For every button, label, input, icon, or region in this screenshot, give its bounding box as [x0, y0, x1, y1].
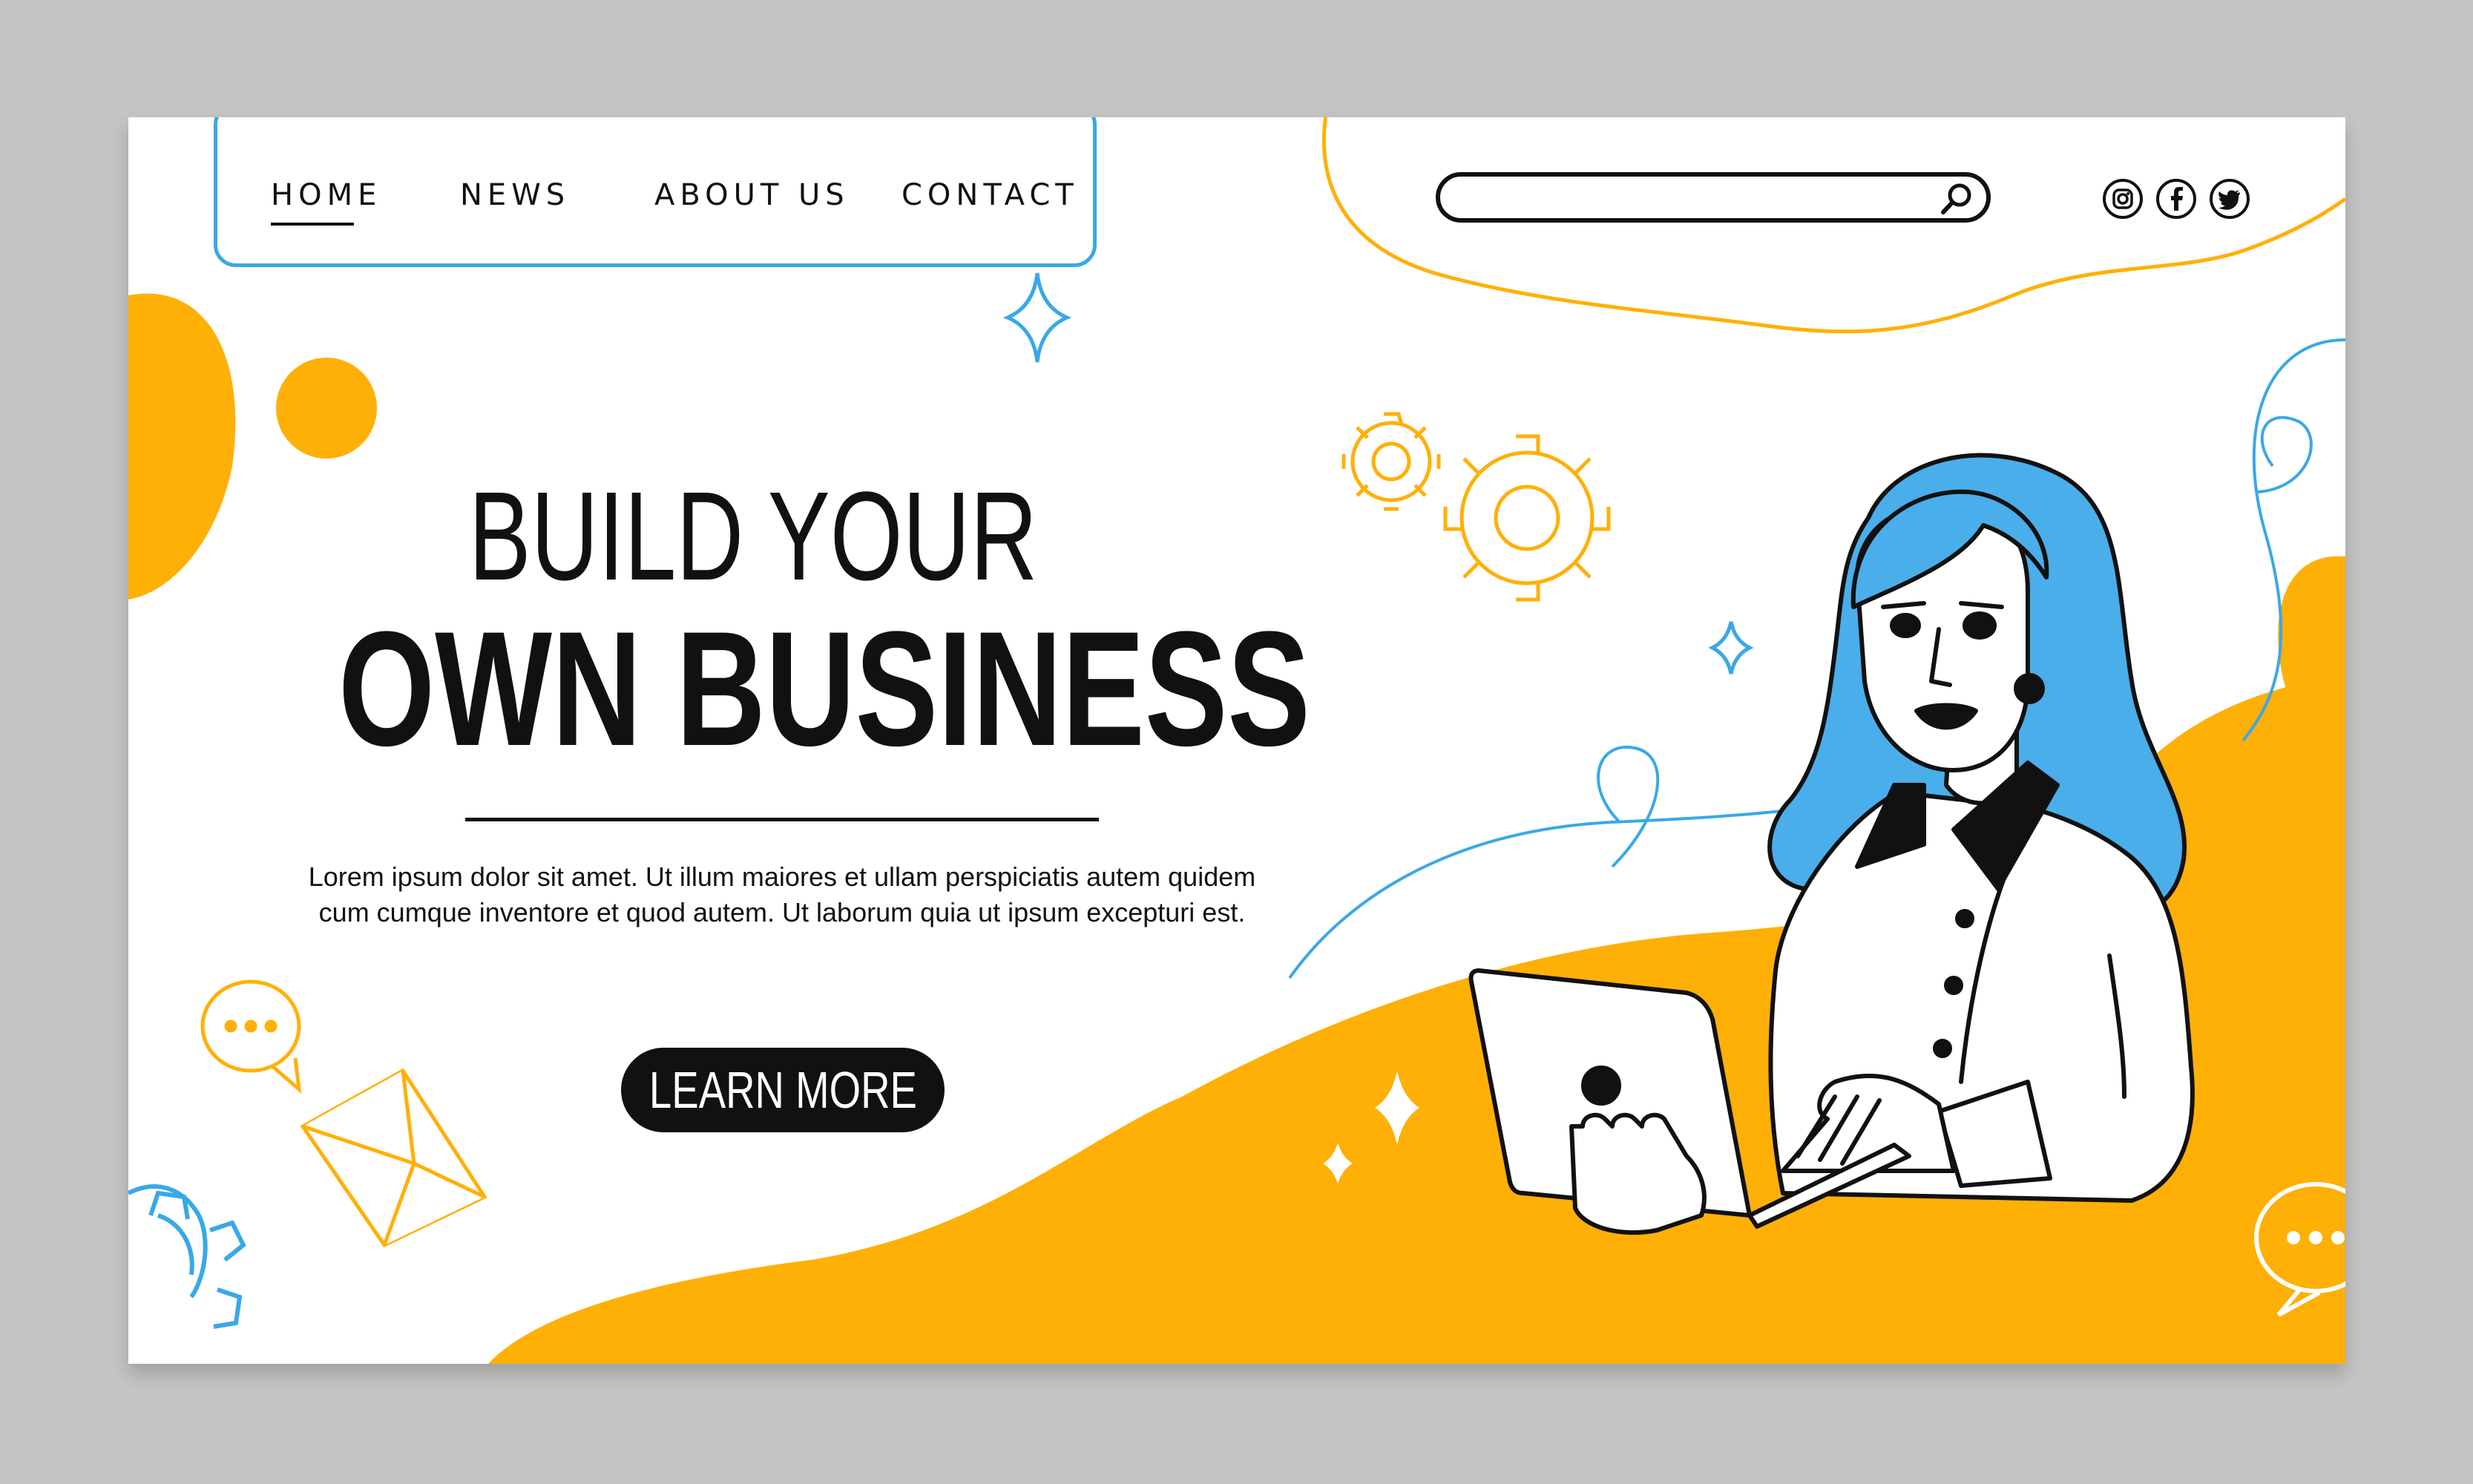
twitter-icon[interactable] — [2209, 178, 2250, 220]
nav-item-about-us[interactable]: ABOUT US — [654, 178, 850, 215]
instagram-icon[interactable] — [2102, 178, 2144, 220]
nav-item-home[interactable]: HOME — [271, 178, 381, 215]
gear-icon — [128, 1184, 246, 1329]
nav-item-contact[interactable]: CONTACT — [901, 178, 1079, 215]
nav-active-underline — [271, 223, 354, 226]
learn-more-button[interactable]: LEARN MORE — [621, 1048, 945, 1132]
search-bar — [1436, 172, 1991, 223]
learn-more-label: LEARN MORE — [648, 1061, 917, 1119]
hero-title-line1: BUILD YOUR — [468, 466, 1038, 607]
blue-loop-middle — [1597, 745, 1660, 868]
landing-page: HOME NEWS ABOUT US CONTACT BUILD YOUR OW… — [128, 117, 2345, 1364]
facebook-icon[interactable] — [2155, 178, 2197, 220]
search-input[interactable] — [1459, 181, 1908, 215]
blue-loop-right — [2257, 416, 2313, 493]
hero-title-line2: OWN BUSINESS — [338, 597, 1310, 780]
hero-divider — [465, 818, 1099, 821]
orange-blob-left — [128, 293, 236, 600]
orange-dot — [276, 358, 377, 459]
woman-with-laptop — [1468, 453, 2195, 1235]
hero-description: Lorem ipsum dolor sit amet. Ut illum mai… — [308, 861, 1256, 928]
envelope-icon — [300, 1068, 487, 1248]
orange-line — [1322, 117, 2345, 334]
nav-item-news[interactable]: NEWS — [460, 178, 570, 215]
chat-bubble-icon — [200, 979, 302, 1094]
search-icon[interactable] — [1937, 180, 1976, 218]
gear-icon — [1341, 412, 1611, 602]
